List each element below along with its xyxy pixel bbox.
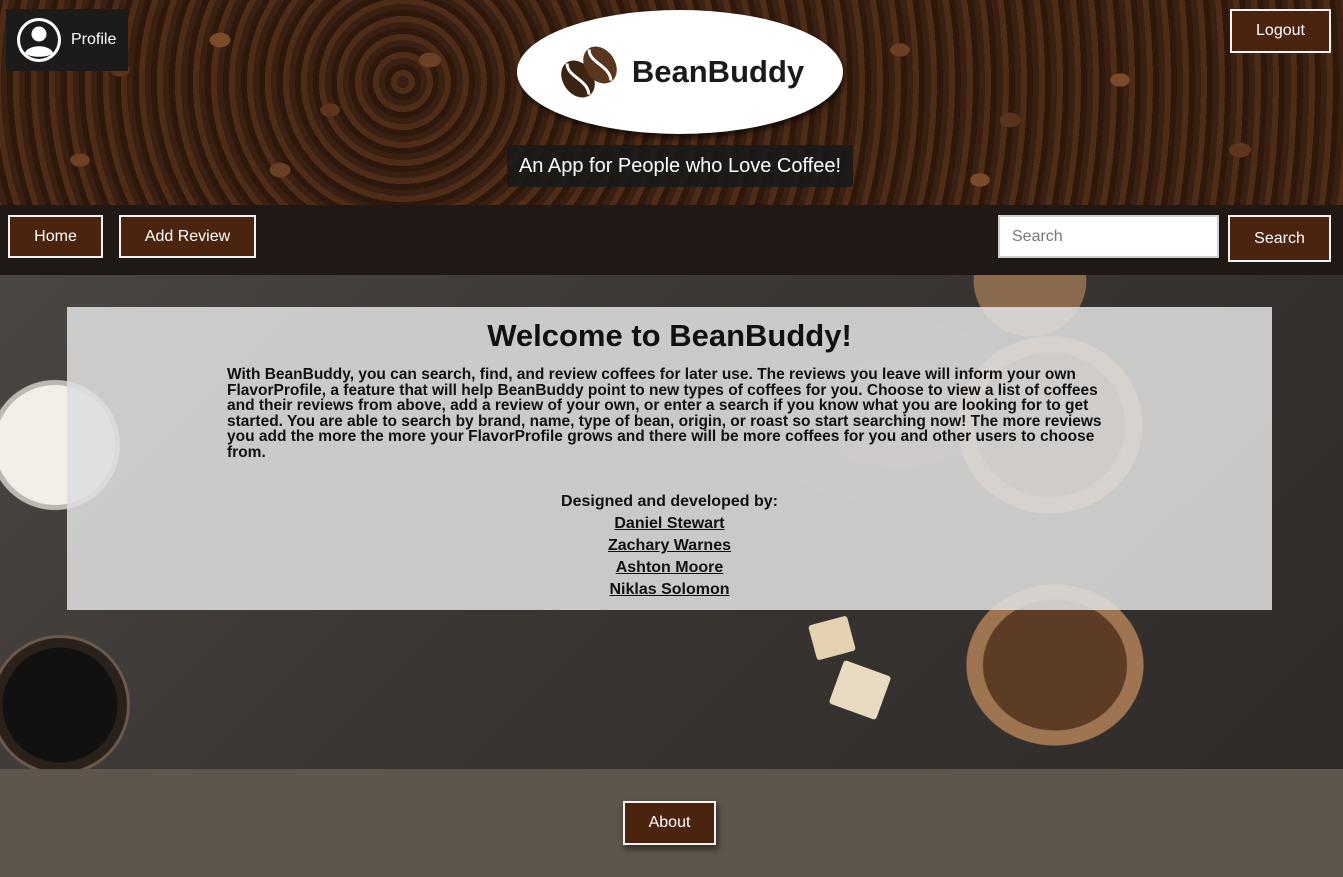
credits-title: Designed and developed by:	[561, 493, 778, 510]
developer-link[interactable]: Niklas Solomon	[67, 579, 1272, 601]
sugar-cube-decoration	[828, 659, 892, 721]
search-button[interactable]: Search	[1228, 215, 1331, 262]
about-button[interactable]: About	[623, 801, 716, 845]
profile-label: Profile	[71, 31, 117, 48]
search-input[interactable]	[998, 215, 1219, 258]
user-circle-icon	[17, 18, 61, 62]
profile-button[interactable]: Profile	[6, 9, 128, 71]
logout-button[interactable]: Logout	[1230, 9, 1331, 53]
add-review-button[interactable]: Add Review	[119, 215, 256, 258]
welcome-panel: Welcome to BeanBuddy! With BeanBuddy, yo…	[67, 307, 1272, 610]
intro-text: With BeanBuddy, you can search, find, an…	[227, 366, 1102, 461]
sugar-cube-decoration	[808, 615, 856, 661]
developer-link[interactable]: Zachary Warnes	[67, 535, 1272, 557]
app-name: BeanBuddy	[631, 54, 805, 89]
nav-bar: Home Add Review Search	[0, 205, 1343, 275]
home-button[interactable]: Home	[8, 215, 103, 258]
footer: About	[0, 769, 1343, 877]
coffee-beans-icon	[561, 46, 617, 98]
developer-link[interactable]: Daniel Stewart	[67, 513, 1272, 535]
header-banner: Profile BeanBuddy An App for People who …	[0, 0, 1343, 205]
app-logo: BeanBuddy	[517, 10, 843, 134]
tagline: An App for People who Love Coffee!	[507, 145, 853, 187]
credits: Designed and developed by: Daniel Stewar…	[67, 493, 1272, 601]
developer-link[interactable]: Ashton Moore	[67, 557, 1272, 579]
welcome-title: Welcome to BeanBuddy!	[487, 318, 852, 353]
